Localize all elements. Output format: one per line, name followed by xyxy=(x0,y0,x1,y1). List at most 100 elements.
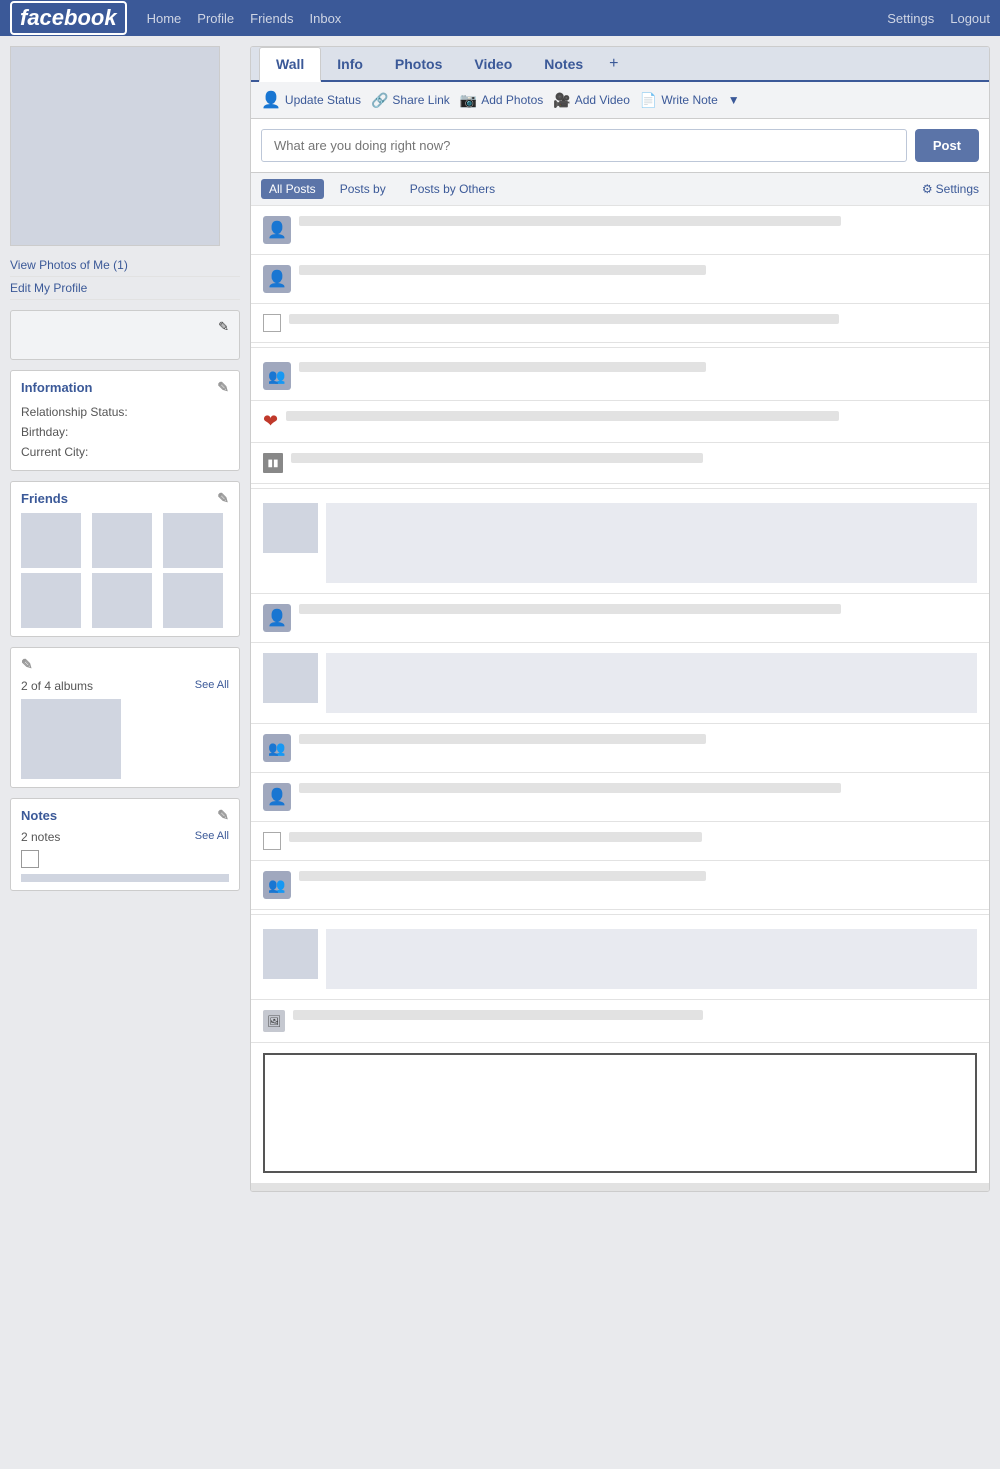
feed-avatar-7: 👤 xyxy=(263,783,291,811)
friends-title: Friends xyxy=(21,491,68,506)
all-posts-filter[interactable]: All Posts xyxy=(261,179,324,199)
bottom-bar xyxy=(251,1183,989,1191)
feed-text-5 xyxy=(299,604,841,614)
facebook-logo: facebook xyxy=(10,1,127,35)
feed-text-3 xyxy=(289,314,839,324)
settings-gear-icon: ⚙ xyxy=(922,182,933,196)
feed-checkbox-2 xyxy=(263,832,281,850)
friend-thumb-6[interactable] xyxy=(163,573,223,628)
bio-box: ✎ xyxy=(10,310,240,360)
feed-media-3 xyxy=(251,919,989,1000)
feed-avatar-9: 👥 xyxy=(263,871,291,899)
friends-edit-icon[interactable]: ✎ xyxy=(217,490,229,507)
feed-content-7 xyxy=(299,783,977,797)
update-status-label: Update Status xyxy=(285,93,361,107)
status-box: Post xyxy=(251,119,989,173)
note-item-1[interactable] xyxy=(21,850,39,868)
birthday-label: Birthday: xyxy=(21,425,68,439)
post-button[interactable]: Post xyxy=(915,129,979,162)
information-edit-icon[interactable]: ✎ xyxy=(217,379,229,396)
notes-see-all[interactable]: See All xyxy=(195,830,229,844)
feed-content-8 xyxy=(289,832,977,846)
feed-media-image-3 xyxy=(326,929,977,989)
friends-header: Friends ✎ xyxy=(21,490,229,507)
feed-separator-1 xyxy=(251,347,989,348)
feed-text-7 xyxy=(299,783,841,793)
actions-dropdown-arrow[interactable]: ▼ xyxy=(728,93,740,107)
note-bar xyxy=(21,874,229,882)
add-video-button[interactable]: 🎥 Add Video xyxy=(553,92,630,109)
feed-content-6 xyxy=(299,734,977,748)
nav-settings[interactable]: Settings xyxy=(887,11,934,26)
share-link-label: Share Link xyxy=(392,93,449,107)
albums-edit-icon[interactable]: ✎ xyxy=(21,656,33,673)
tab-info[interactable]: Info xyxy=(321,48,379,80)
feed-item-5: 👤 xyxy=(251,594,989,643)
nav-logout[interactable]: Logout xyxy=(950,11,990,26)
edit-profile-link[interactable]: Edit My Profile xyxy=(10,277,240,300)
tab-photos[interactable]: Photos xyxy=(379,48,458,80)
feed-media-1 xyxy=(251,493,989,594)
friend-thumb-3[interactable] xyxy=(163,513,223,568)
tab-add-icon[interactable]: + xyxy=(599,49,628,79)
notes-title: Notes xyxy=(21,808,57,823)
friend-thumb-5[interactable] xyxy=(92,573,152,628)
add-photos-button[interactable]: 📷 Add Photos xyxy=(460,92,543,109)
current-city: Current City: xyxy=(21,442,229,462)
note-preview xyxy=(263,1053,977,1173)
tab-video[interactable]: Video xyxy=(458,48,528,80)
friend-thumb-4[interactable] xyxy=(21,573,81,628)
albums-see-all[interactable]: See All xyxy=(195,679,229,693)
filter-bar: All Posts Posts by Posts by Others ⚙ Set… xyxy=(251,173,989,206)
nav-profile[interactable]: Profile xyxy=(197,11,234,26)
nav-links: Home Profile Friends Inbox xyxy=(147,11,342,26)
feed-media-content-3 xyxy=(326,929,977,989)
feed-item-3 xyxy=(251,304,989,343)
tab-notes[interactable]: Notes xyxy=(528,48,599,80)
posts-by-others-filter[interactable]: Posts by Others xyxy=(402,179,503,199)
feed-item-6: 👥 xyxy=(251,724,989,773)
notes-meta: 2 notes See All xyxy=(21,830,229,844)
notes-count: 2 notes xyxy=(21,830,60,844)
nav-home[interactable]: Home xyxy=(147,11,182,26)
feed-text-9 xyxy=(299,871,706,881)
feed: 👤 👤 � xyxy=(251,206,989,1191)
friend-thumb-1[interactable] xyxy=(21,513,81,568)
update-status-button[interactable]: 👤 Update Status xyxy=(261,90,361,110)
feed-content-film xyxy=(291,453,977,467)
nav-right-links: Settings Logout xyxy=(887,11,990,26)
albums-section: ✎ 2 of 4 albums See All xyxy=(10,647,240,788)
feed-content-heart xyxy=(286,411,977,425)
city-label: Current City: xyxy=(21,445,88,459)
nav-friends[interactable]: Friends xyxy=(250,11,293,26)
main-layout: View Photos of Me (1) Edit My Profile ✎ … xyxy=(0,36,1000,1202)
filter-settings[interactable]: ⚙ Settings xyxy=(922,182,979,196)
view-photos-link[interactable]: View Photos of Me (1) xyxy=(10,254,240,277)
albums-meta: 2 of 4 albums See All xyxy=(21,679,229,693)
friends-section: Friends ✎ xyxy=(10,481,240,637)
feed-text-4 xyxy=(299,362,706,372)
bio-edit-icon[interactable]: ✎ xyxy=(218,319,229,351)
feed-avatar-4: 👥 xyxy=(263,362,291,390)
feed-text-img xyxy=(293,1010,703,1020)
relationship-label: Relationship Status: xyxy=(21,405,128,419)
notes-edit-icon[interactable]: ✎ xyxy=(217,807,229,824)
posts-by-filter[interactable]: Posts by xyxy=(332,179,394,199)
tab-wall[interactable]: Wall xyxy=(259,47,321,82)
write-note-button[interactable]: 📄 Write Note xyxy=(640,92,718,109)
feed-content-2 xyxy=(299,265,977,279)
share-link-button[interactable]: 🔗 Share Link xyxy=(371,92,450,109)
album-thumb[interactable] xyxy=(21,699,121,779)
heart-icon: ❤ xyxy=(263,411,278,432)
nav-inbox[interactable]: Inbox xyxy=(310,11,342,26)
right-content: Wall Info Photos Video Notes + 👤 Update … xyxy=(250,46,990,1192)
friend-thumb-2[interactable] xyxy=(92,513,152,568)
feed-content-img xyxy=(293,1010,977,1024)
status-input[interactable] xyxy=(261,129,907,162)
feed-text-2 xyxy=(299,265,706,275)
left-sidebar: View Photos of Me (1) Edit My Profile ✎ … xyxy=(10,46,240,1192)
film-icon: ▮▮ xyxy=(263,453,283,473)
top-navigation: facebook Home Profile Friends Inbox Sett… xyxy=(0,0,1000,36)
feed-item-heart: ❤ xyxy=(251,401,989,443)
birthday: Birthday: xyxy=(21,422,229,442)
